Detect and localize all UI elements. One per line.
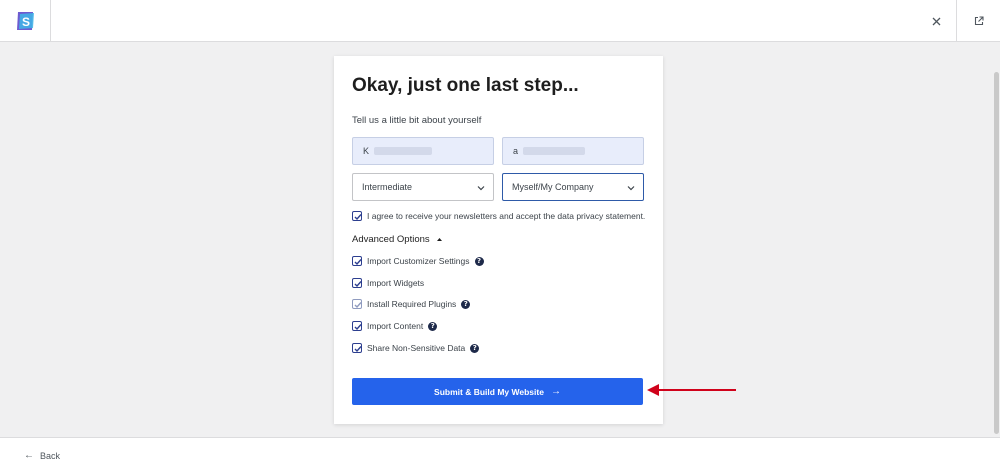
- option-label: Install Required Plugins: [367, 299, 457, 309]
- external-link-button[interactable]: [956, 0, 1000, 42]
- checkmark-icon: [354, 302, 362, 309]
- submit-label: Submit & Build My Website: [434, 386, 544, 397]
- back-label: Back: [40, 450, 61, 461]
- import-widgets-checkbox[interactable]: [352, 278, 362, 288]
- help-icon[interactable]: ?: [474, 256, 484, 266]
- install-plugins-checkbox: [352, 299, 362, 309]
- back-button[interactable]: ← Back: [24, 450, 60, 461]
- top-bar: S: [0, 0, 1000, 42]
- arrow-left-icon: ←: [24, 450, 34, 461]
- help-icon[interactable]: ?: [470, 343, 480, 353]
- option-import-widgets: Import Widgets: [352, 278, 424, 288]
- usage-value: Myself/My Company: [512, 182, 594, 192]
- checkmark-icon: [354, 214, 362, 221]
- first-name-value: K: [363, 146, 370, 156]
- chevron-down-icon: [477, 186, 485, 191]
- option-install-plugins: Install Required Plugins ?: [352, 299, 471, 309]
- option-label: Import Widgets: [367, 278, 425, 288]
- first-name-input[interactable]: K: [352, 137, 494, 165]
- option-import-customizer: Import Customizer Settings ?: [352, 256, 484, 266]
- help-icon[interactable]: ?: [428, 321, 438, 331]
- brand-s-logo-icon: S: [17, 12, 34, 30]
- usage-select[interactable]: Myself/My Company: [502, 173, 644, 201]
- experience-level-value: Intermediate: [362, 182, 413, 192]
- newsletter-label: I agree to receive your newsletters and …: [367, 211, 646, 221]
- close-button[interactable]: [925, 11, 947, 31]
- share-data-checkbox[interactable]: [352, 343, 362, 353]
- external-link-icon: [974, 16, 984, 26]
- option-label: Share Non-Sensitive Data: [367, 343, 466, 353]
- redacted-text: [374, 147, 433, 155]
- import-content-checkbox[interactable]: [352, 321, 362, 331]
- redacted-text: [523, 147, 586, 155]
- chevron-up-icon: [436, 238, 442, 241]
- checkmark-icon: [354, 281, 362, 288]
- scrollbar-thumb[interactable]: [994, 72, 999, 434]
- email-input[interactable]: a: [502, 137, 644, 165]
- option-label: Import Content: [367, 321, 424, 331]
- email-value: a: [513, 146, 519, 156]
- logo-cell: S: [0, 0, 51, 42]
- help-icon[interactable]: ?: [461, 299, 471, 309]
- checkmark-icon: [354, 324, 362, 331]
- page-title: Okay, just one last step...: [352, 75, 579, 96]
- submit-build-button[interactable]: Submit & Build My Website →: [352, 378, 643, 405]
- svg-text:S: S: [22, 15, 30, 29]
- checkmark-icon: [354, 346, 362, 353]
- advanced-options-label: Advanced Options: [352, 234, 430, 245]
- arrow-right-icon: →: [550, 386, 561, 397]
- subtitle: Tell us a little bit about yourself: [352, 115, 482, 126]
- newsletter-consent: I agree to receive your newsletters and …: [352, 211, 645, 221]
- chevron-down-icon: [627, 186, 635, 191]
- newsletter-checkbox[interactable]: [352, 211, 362, 221]
- import-customizer-checkbox[interactable]: [352, 256, 362, 266]
- option-import-content: Import Content ?: [352, 321, 438, 331]
- footer-bar: ← Back: [0, 437, 1000, 470]
- close-icon: [932, 17, 940, 25]
- option-label: Import Customizer Settings: [367, 256, 470, 266]
- onboarding-card: Okay, just one last step... Tell us a li…: [334, 56, 663, 424]
- checkmark-icon: [354, 259, 362, 266]
- advanced-options-toggle[interactable]: Advanced Options: [352, 234, 444, 245]
- experience-level-select[interactable]: Intermediate: [352, 173, 494, 201]
- option-share-data: Share Non-Sensitive Data ?: [352, 343, 480, 353]
- annotation-arrow-icon: [647, 384, 736, 396]
